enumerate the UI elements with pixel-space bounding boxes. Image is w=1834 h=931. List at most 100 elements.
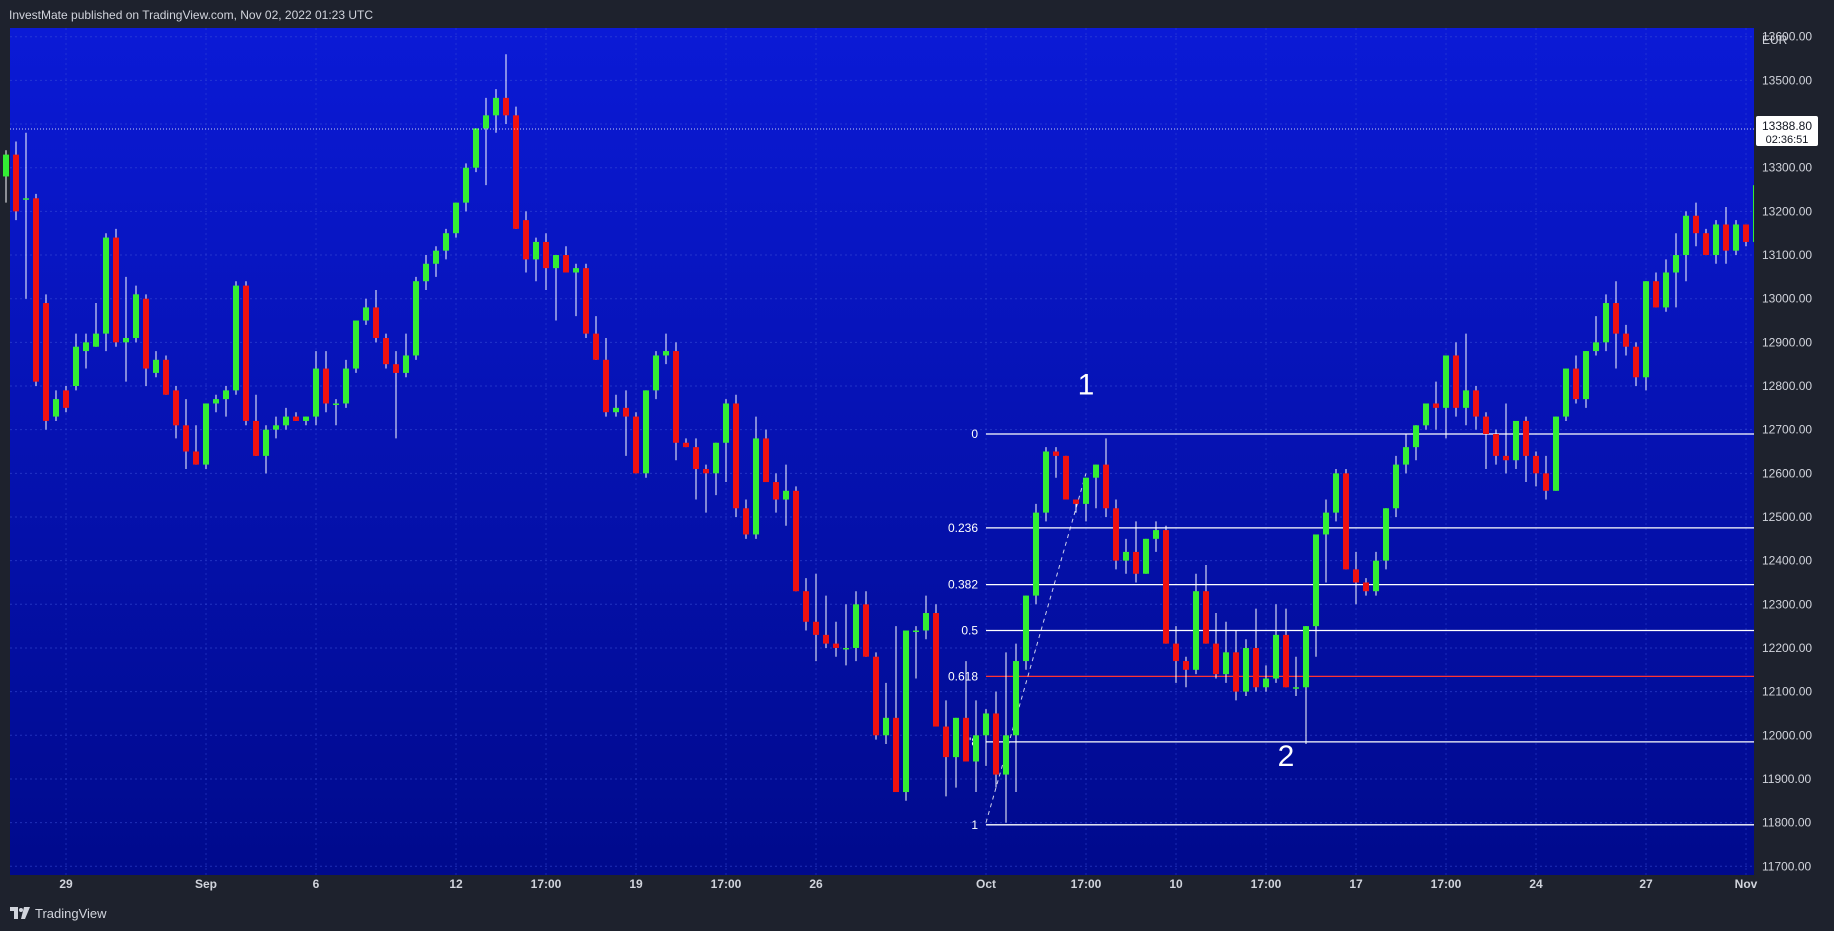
candle-body xyxy=(1293,687,1299,689)
candle-body xyxy=(1483,416,1489,435)
candle[interactable] xyxy=(643,390,649,478)
candle-body xyxy=(1323,512,1329,535)
price-chart[interactable]: 00.2360.3820.50.618'81 123 11700.0011800… xyxy=(0,0,1834,931)
candle-body xyxy=(1023,595,1029,662)
candle[interactable] xyxy=(793,486,799,592)
candle[interactable] xyxy=(1163,525,1169,644)
candle[interactable] xyxy=(1043,447,1049,522)
candle[interactable] xyxy=(873,652,879,740)
candle[interactable] xyxy=(103,233,109,352)
candle-body xyxy=(493,97,499,116)
price-axis[interactable] xyxy=(1754,28,1834,875)
price-tick-label: 12900.00 xyxy=(1762,335,1812,349)
candle-body xyxy=(1473,390,1479,417)
candle-body xyxy=(633,416,639,474)
candle[interactable] xyxy=(1143,538,1149,574)
candle[interactable] xyxy=(1643,281,1649,391)
candle-body xyxy=(703,468,709,474)
candle[interactable] xyxy=(163,355,169,395)
price-tick-label: 12000.00 xyxy=(1762,728,1812,742)
candle[interactable] xyxy=(1563,368,1569,421)
tradingview-logo[interactable]: TradingView xyxy=(10,904,107,922)
candle-body xyxy=(643,390,649,474)
candle-body xyxy=(1343,473,1349,570)
candle-body xyxy=(93,333,99,347)
candle[interactable] xyxy=(473,128,479,173)
candle-body xyxy=(433,250,439,264)
candle[interactable] xyxy=(33,193,39,387)
candle-body xyxy=(1393,464,1399,509)
candle[interactable] xyxy=(733,394,739,517)
candle-body xyxy=(1103,464,1109,509)
candle[interactable] xyxy=(673,342,679,461)
candle[interactable] xyxy=(43,294,49,430)
time-tick-label: 29 xyxy=(59,877,73,891)
wave-label: 1 xyxy=(1078,369,1095,402)
candle[interactable] xyxy=(243,281,249,426)
candle[interactable] xyxy=(1553,416,1559,491)
candle-body xyxy=(1543,473,1549,491)
candle-body xyxy=(693,447,699,469)
candle[interactable] xyxy=(1063,455,1069,500)
time-tick-label: 17 xyxy=(1349,877,1363,891)
candle[interactable] xyxy=(203,403,209,469)
candle-body xyxy=(1043,451,1049,513)
candle-body xyxy=(1673,255,1679,273)
candle[interactable] xyxy=(353,320,359,373)
candle-body xyxy=(1703,233,1709,256)
candle-body xyxy=(1463,390,1469,408)
wave-label: 2 xyxy=(1278,740,1295,773)
candle-body xyxy=(473,128,479,168)
candle-body xyxy=(383,337,389,365)
candle[interactable] xyxy=(1023,595,1029,670)
candle-body xyxy=(903,630,909,793)
last-price-badge: 13388.8002:36:51 xyxy=(1756,115,1818,146)
candle[interactable] xyxy=(233,281,239,395)
candle-body xyxy=(1233,652,1239,692)
candle[interactable] xyxy=(1393,455,1399,517)
candle[interactable] xyxy=(3,150,9,203)
candle[interactable] xyxy=(933,604,939,727)
candle-body xyxy=(1693,215,1699,234)
candle-body xyxy=(453,202,459,234)
candle-body xyxy=(1263,678,1269,688)
candle-body xyxy=(223,390,229,400)
candle[interactable] xyxy=(413,276,419,360)
candle-body xyxy=(293,416,299,421)
candle-body xyxy=(673,351,679,443)
fib-level-label: 1 xyxy=(971,818,978,832)
time-tick-label: 17:00 xyxy=(1431,877,1462,891)
candle-body xyxy=(1723,224,1729,251)
candle-body xyxy=(1603,303,1609,343)
candle-body xyxy=(1583,351,1589,400)
candle-body xyxy=(1003,735,1009,775)
candle[interactable] xyxy=(903,630,909,801)
candle[interactable] xyxy=(1113,499,1119,570)
time-tick-label: Nov xyxy=(1735,877,1758,891)
candle-body xyxy=(1123,551,1129,561)
candle-body xyxy=(1173,643,1179,662)
candle-body xyxy=(463,167,469,203)
candle[interactable] xyxy=(1383,508,1389,570)
plot-background[interactable] xyxy=(10,28,1754,875)
candle-body xyxy=(183,425,189,452)
candle-body xyxy=(1733,224,1739,251)
candle[interactable] xyxy=(383,333,389,369)
candle[interactable] xyxy=(1033,503,1039,605)
candle[interactable] xyxy=(583,263,589,338)
candle-body xyxy=(333,403,339,405)
candle[interactable] xyxy=(1343,468,1349,570)
candle[interactable] xyxy=(633,412,639,474)
candle[interactable] xyxy=(513,106,519,229)
candle-body xyxy=(593,333,599,360)
candle-body xyxy=(1383,508,1389,561)
candle-body xyxy=(443,233,449,251)
candle-body xyxy=(163,359,169,395)
time-axis[interactable] xyxy=(10,875,1754,894)
candle[interactable] xyxy=(113,228,119,347)
candle[interactable] xyxy=(1733,220,1739,256)
candle[interactable] xyxy=(453,202,459,238)
candle-body xyxy=(933,613,939,727)
candle-body xyxy=(503,97,509,116)
candle-body xyxy=(83,342,89,352)
